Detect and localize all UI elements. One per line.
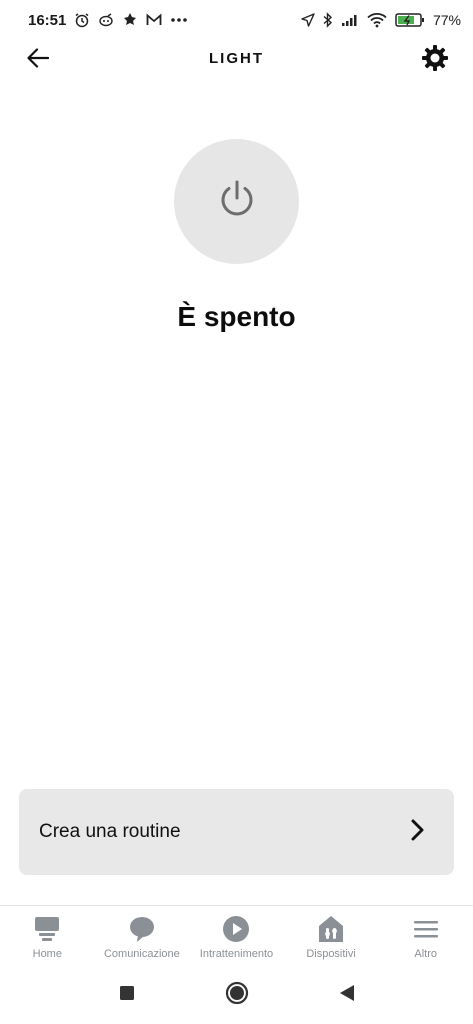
bottom-nav: Home Comunicazione Intrattenimento Dispo… bbox=[0, 905, 473, 967]
circle-icon bbox=[225, 981, 249, 1010]
create-routine-button[interactable]: Crea una routine bbox=[19, 789, 454, 875]
triangle-back-icon bbox=[339, 984, 355, 1007]
status-left: 16:51 bbox=[28, 12, 188, 29]
power-state-text: È spento bbox=[177, 301, 296, 332]
logo-icon bbox=[98, 12, 114, 28]
location-icon bbox=[301, 13, 315, 27]
status-time: 16:51 bbox=[28, 11, 67, 29]
home-icon bbox=[32, 914, 62, 944]
gmail-icon bbox=[146, 13, 162, 27]
bluetooth-icon bbox=[323, 12, 333, 28]
nav-item-comunicazione[interactable]: Comunicazione bbox=[95, 906, 190, 967]
create-routine-label: Crea una routine bbox=[39, 821, 181, 842]
settings-button[interactable] bbox=[419, 44, 451, 76]
gear-icon bbox=[421, 44, 449, 77]
nav-label-comunicazione: Comunicazione bbox=[103, 948, 180, 960]
app-bar: LIGHT bbox=[0, 40, 473, 80]
status-right: 77% bbox=[301, 12, 461, 28]
power-icon bbox=[218, 179, 256, 224]
menu-icon bbox=[411, 914, 441, 944]
leaf-icon bbox=[122, 12, 138, 28]
battery-percent: 77% bbox=[432, 12, 461, 28]
status-bar: 16:51 77% bbox=[0, 0, 473, 40]
battery-icon bbox=[395, 12, 425, 28]
recents-button[interactable] bbox=[112, 981, 142, 1011]
devices-icon bbox=[316, 914, 346, 944]
wifi-icon bbox=[367, 12, 387, 28]
play-icon bbox=[221, 914, 251, 944]
chevron-right-icon bbox=[410, 819, 424, 846]
nav-item-altro[interactable]: Altro bbox=[378, 906, 473, 967]
nav-item-intrattenimento[interactable]: Intrattenimento bbox=[189, 906, 284, 967]
chat-bubble-icon bbox=[127, 914, 157, 944]
power-toggle-button[interactable] bbox=[174, 139, 299, 264]
nav-label-altro: Altro bbox=[414, 948, 437, 960]
signal-icon bbox=[341, 13, 359, 27]
page-title: LIGHT bbox=[209, 50, 264, 67]
more-dots-icon bbox=[170, 17, 188, 23]
nav-label-home: Home bbox=[32, 948, 62, 960]
nav-item-home[interactable]: Home bbox=[0, 906, 95, 967]
home-system-button[interactable] bbox=[222, 981, 252, 1011]
nav-label-intrattenimento: Intrattenimento bbox=[199, 948, 274, 960]
nav-item-dispositivi[interactable]: Dispositivi bbox=[284, 906, 379, 967]
nav-label-dispositivi: Dispositivi bbox=[306, 948, 356, 960]
alarm-icon bbox=[74, 12, 90, 28]
square-icon bbox=[119, 985, 135, 1006]
back-system-button[interactable] bbox=[332, 981, 362, 1011]
system-nav-bar bbox=[0, 967, 473, 1024]
